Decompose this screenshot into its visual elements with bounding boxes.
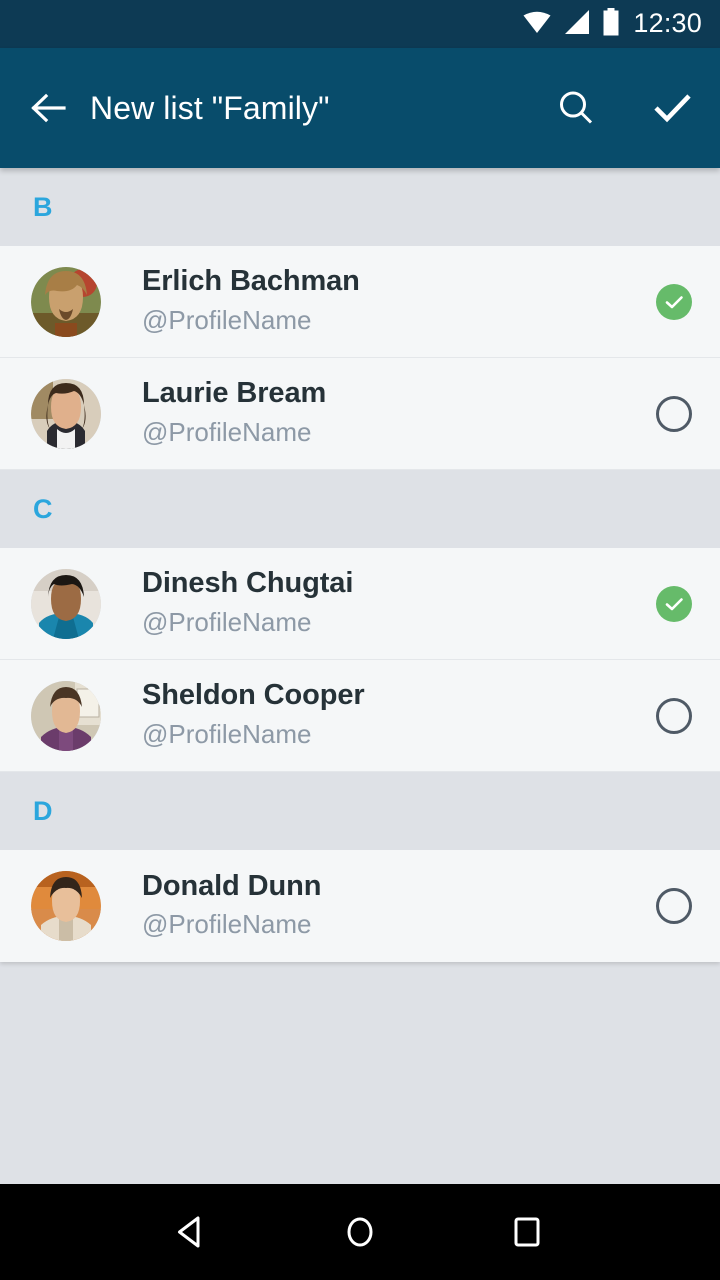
contact-text-block: Dinesh Chugtai @ProfileName: [142, 567, 656, 639]
contact-name: Erlich Bachman: [142, 265, 360, 298]
arrow-left-icon: [31, 93, 66, 123]
contact-list: B Erlich Bachman @ProfileName Laurie Brea…: [0, 168, 720, 962]
status-icon-group: [522, 7, 620, 41]
contact-unselected-toggle[interactable]: [656, 697, 692, 734]
check-icon: [665, 597, 683, 610]
contact-handle: @ProfileName: [142, 416, 312, 447]
section-header-d: D: [0, 772, 720, 850]
circle-home-icon: [347, 1217, 373, 1247]
contact-unselected-toggle[interactable]: [656, 395, 692, 432]
avatar: [31, 378, 101, 449]
avatar: [31, 266, 101, 337]
contact-row[interactable]: Laurie Bream @ProfileName: [0, 358, 720, 470]
contact-handle: @ProfileName: [142, 909, 312, 940]
recents-nav-button[interactable]: [491, 1196, 563, 1268]
battery-icon: [602, 7, 620, 41]
contact-text-block: Sheldon Cooper @ProfileName: [142, 679, 656, 751]
section-header-letter: D: [33, 795, 53, 826]
section-header-b: B: [0, 168, 720, 246]
section-header-letter: C: [33, 493, 53, 524]
contact-unselected-toggle[interactable]: [656, 888, 692, 924]
contact-row[interactable]: Sheldon Cooper @ProfileName: [0, 660, 720, 772]
android-navigation-bar: [0, 1184, 720, 1280]
contact-handle: @ProfileName: [142, 718, 312, 749]
contact-name: Laurie Bream: [142, 377, 327, 410]
app-bar: New list "Family": [0, 48, 720, 168]
page-title: New list "Family": [90, 90, 330, 126]
contact-handle: @ProfileName: [142, 304, 312, 335]
contact-row[interactable]: Dinesh Chugtai @ProfileName: [0, 548, 720, 660]
avatar: [31, 568, 101, 639]
back-nav-button[interactable]: [157, 1196, 229, 1268]
check-icon: [665, 295, 683, 308]
avatar: [31, 871, 101, 941]
contact-row[interactable]: Erlich Bachman @ProfileName: [0, 246, 720, 358]
contact-handle: @ProfileName: [142, 606, 312, 637]
avatar: [31, 680, 101, 751]
confirm-button[interactable]: [624, 48, 720, 168]
triangle-back-icon: [178, 1216, 200, 1248]
contact-selected-toggle[interactable]: [656, 585, 692, 622]
contact-name: Dinesh Chugtai: [142, 567, 354, 600]
search-icon: [560, 91, 593, 124]
contact-selected-toggle[interactable]: [656, 283, 692, 320]
contact-row[interactable]: Donald Dunn @ProfileName: [0, 850, 720, 962]
contact-list-scroll-area[interactable]: B Erlich Bachman @ProfileName Laurie Brea…: [0, 168, 720, 1184]
home-nav-button[interactable]: [324, 1196, 396, 1268]
signal-icon: [563, 9, 591, 40]
search-button[interactable]: [528, 48, 624, 168]
contact-name: Sheldon Cooper: [142, 679, 365, 712]
phone-screen: 12:30 New list "Family" B Erlich Bachman…: [0, 0, 720, 1280]
status-bar-clock: 12:30: [633, 7, 702, 38]
contact-text-block: Donald Dunn @ProfileName: [142, 870, 656, 942]
wifi-icon: [522, 9, 552, 40]
square-recents-icon: [514, 1217, 540, 1247]
section-header-letter: B: [33, 191, 53, 222]
back-button[interactable]: [0, 48, 96, 168]
contact-text-block: Laurie Bream @ProfileName: [142, 377, 656, 449]
check-icon: [654, 94, 691, 123]
contact-text-block: Erlich Bachman @ProfileName: [142, 265, 656, 337]
contact-name: Donald Dunn: [142, 869, 322, 902]
status-bar: 12:30: [0, 0, 720, 48]
section-header-c: C: [0, 470, 720, 548]
